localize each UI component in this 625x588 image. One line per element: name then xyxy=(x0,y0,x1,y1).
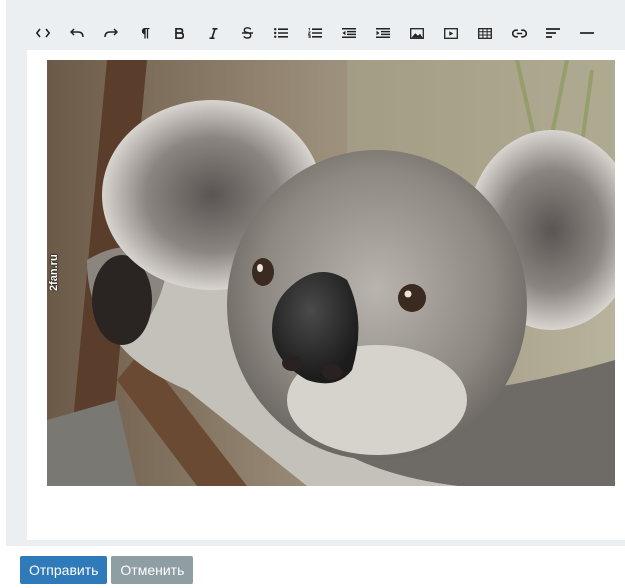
image-watermark: 2fan.ru xyxy=(48,254,60,291)
form-actions: Отправить Отменить xyxy=(20,556,194,584)
align-left-icon[interactable] xyxy=(536,22,570,44)
submit-button[interactable]: Отправить xyxy=(20,556,108,584)
ordered-list-icon[interactable] xyxy=(298,22,332,44)
editor-frame: 2fan.ru xyxy=(6,0,625,546)
table-icon[interactable] xyxy=(468,22,502,44)
video-icon[interactable] xyxy=(434,22,468,44)
horizontal-rule-icon[interactable] xyxy=(570,22,604,44)
undo-icon[interactable] xyxy=(60,22,94,44)
outdent-icon[interactable] xyxy=(332,22,366,44)
italic-icon[interactable] xyxy=(196,22,230,44)
strikethrough-icon[interactable] xyxy=(230,22,264,44)
redo-icon[interactable] xyxy=(94,22,128,44)
koala-photo: 2fan.ru xyxy=(47,60,615,486)
link-icon[interactable] xyxy=(502,22,536,44)
editor-toolbar xyxy=(26,22,604,44)
code-view-icon[interactable] xyxy=(26,22,60,44)
bold-icon[interactable] xyxy=(162,22,196,44)
indent-icon[interactable] xyxy=(366,22,400,44)
unordered-list-icon[interactable] xyxy=(264,22,298,44)
editor-content-area[interactable]: 2fan.ru xyxy=(27,50,625,540)
image-icon[interactable] xyxy=(400,22,434,44)
cancel-button[interactable]: Отменить xyxy=(111,556,194,584)
paragraph-icon[interactable] xyxy=(128,22,162,44)
